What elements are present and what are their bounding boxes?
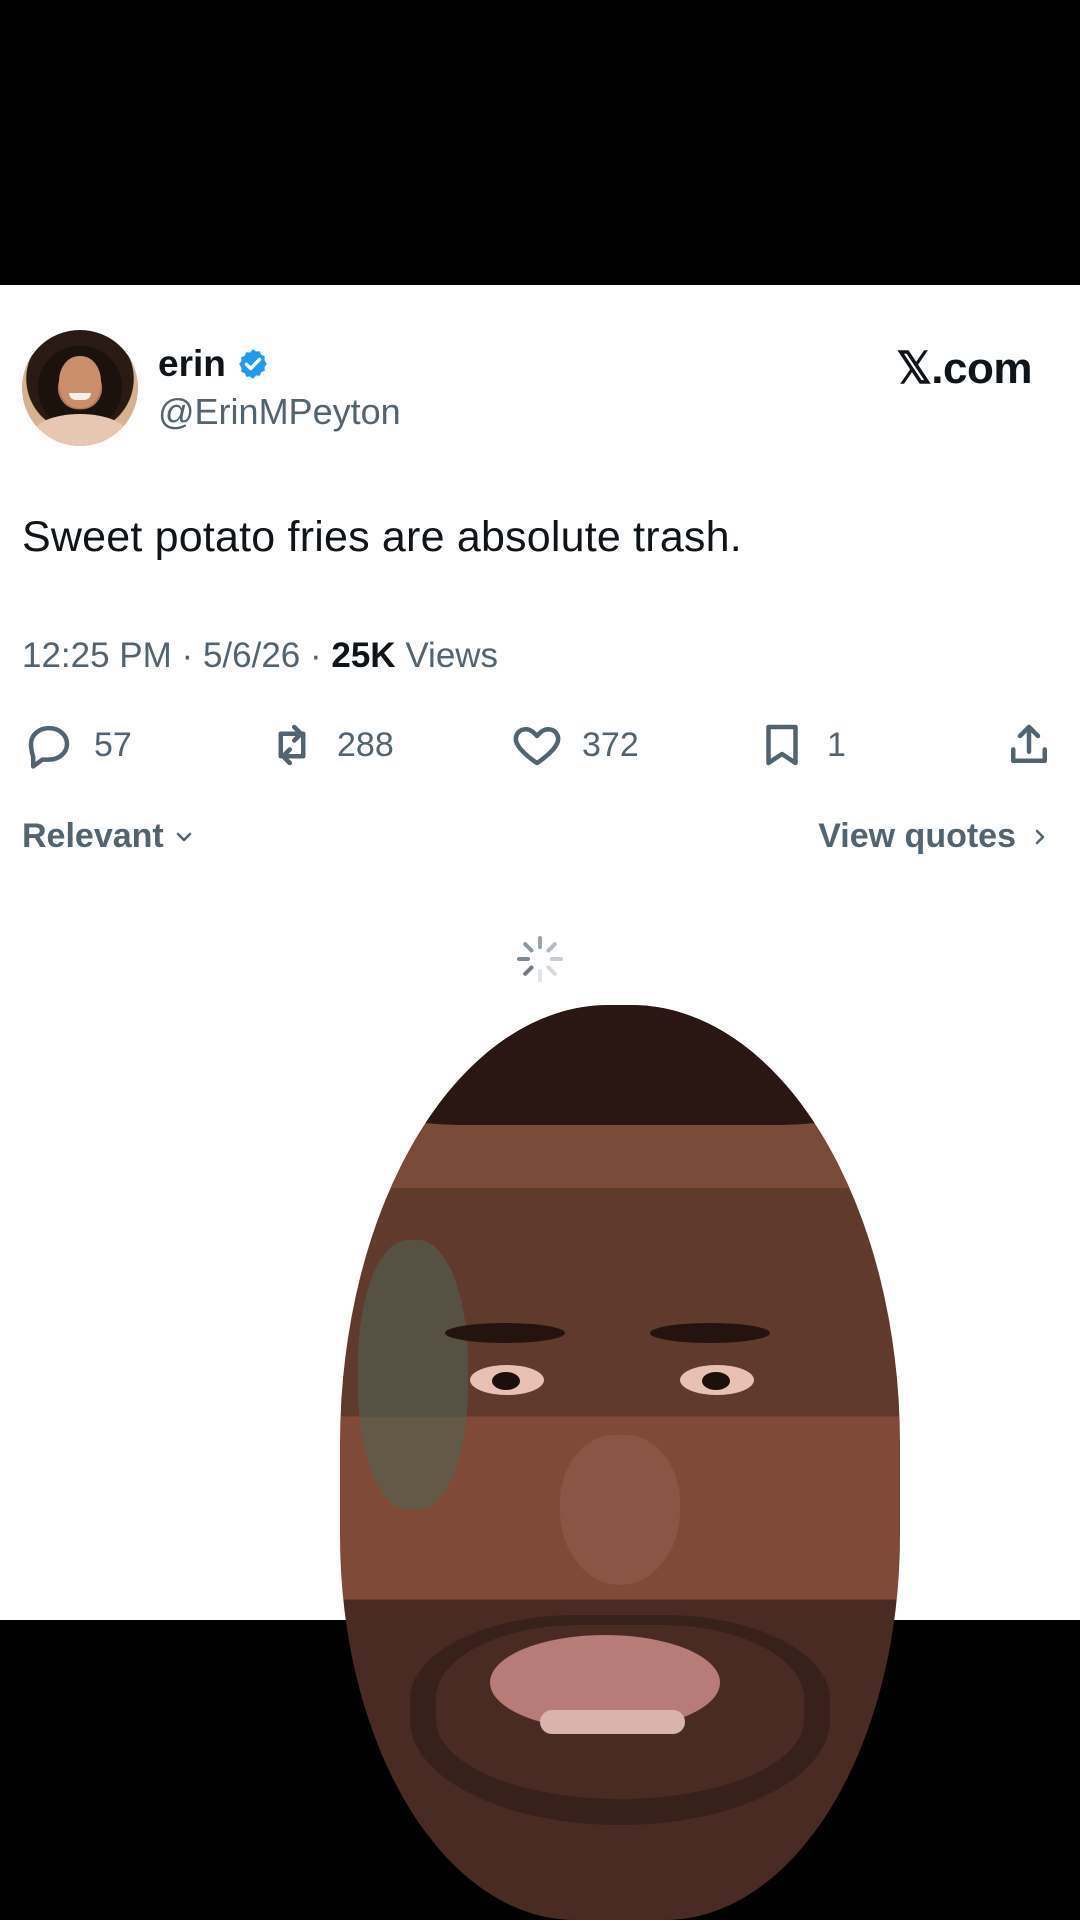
share-icon [1011, 724, 1047, 763]
person-right-eye [680, 1365, 754, 1395]
person-left-pupil [492, 1372, 520, 1390]
action-bar: 57 288 372 1 [22, 710, 1062, 780]
like-count: 372 [582, 725, 639, 764]
sort-label: Relevant [22, 817, 164, 855]
person-teeth [540, 1710, 685, 1734]
like-button[interactable]: 372 [510, 710, 639, 780]
person-left-eyebrow [445, 1323, 565, 1343]
person-right-pupil [702, 1372, 730, 1390]
views-label: Views [405, 636, 499, 675]
reply-button[interactable]: 57 [22, 710, 132, 780]
repost-button[interactable]: 288 [265, 710, 394, 780]
repost-icon [278, 724, 306, 766]
chevron-right-icon [1035, 829, 1045, 844]
reaction-person-image [340, 1005, 900, 1920]
view-quotes-label: View quotes [818, 817, 1016, 855]
person-nose [560, 1435, 680, 1585]
person-hair [362, 1005, 878, 1125]
post-time: 12:25 PM [22, 636, 172, 675]
site-logo[interactable]: 𝕏.com [896, 343, 1032, 394]
top-letterbox [0, 0, 1080, 285]
reply-icon [28, 725, 70, 769]
views-count: 25K [331, 636, 396, 675]
bookmark-count: 1 [827, 725, 846, 764]
share-button[interactable] [1002, 710, 1056, 780]
avatar-face [59, 356, 101, 408]
person-cheek-shadow [358, 1240, 468, 1510]
verified-icon [238, 349, 267, 379]
person-left-eye [470, 1365, 544, 1395]
meta-separator: · [181, 636, 194, 675]
author-name[interactable]: erin [158, 343, 226, 385]
post-text: Sweet potato fries are absolute trash. [22, 513, 742, 561]
reply-count: 57 [94, 725, 132, 764]
author-avatar[interactable] [22, 330, 138, 446]
meta-separator: · [309, 636, 322, 675]
post-meta: 12:25 PM · 5/6/26 · 25K Views [22, 636, 498, 676]
loading-spinner-icon [517, 936, 563, 982]
chevron-down-icon [176, 832, 191, 841]
sort-dropdown[interactable]: Relevant [22, 817, 196, 856]
view-quotes-link[interactable]: View quotes [818, 817, 1052, 856]
repost-count: 288 [337, 725, 394, 764]
author-name-row[interactable]: erin [158, 343, 270, 385]
avatar-smile [69, 393, 91, 400]
bookmark-button[interactable]: 1 [755, 710, 846, 780]
author-handle[interactable]: @ErinMPeyton [158, 391, 401, 433]
post-date: 5/6/26 [202, 636, 301, 675]
heart-icon [513, 727, 561, 766]
bookmark-icon [766, 724, 798, 766]
person-right-eyebrow [650, 1323, 770, 1343]
